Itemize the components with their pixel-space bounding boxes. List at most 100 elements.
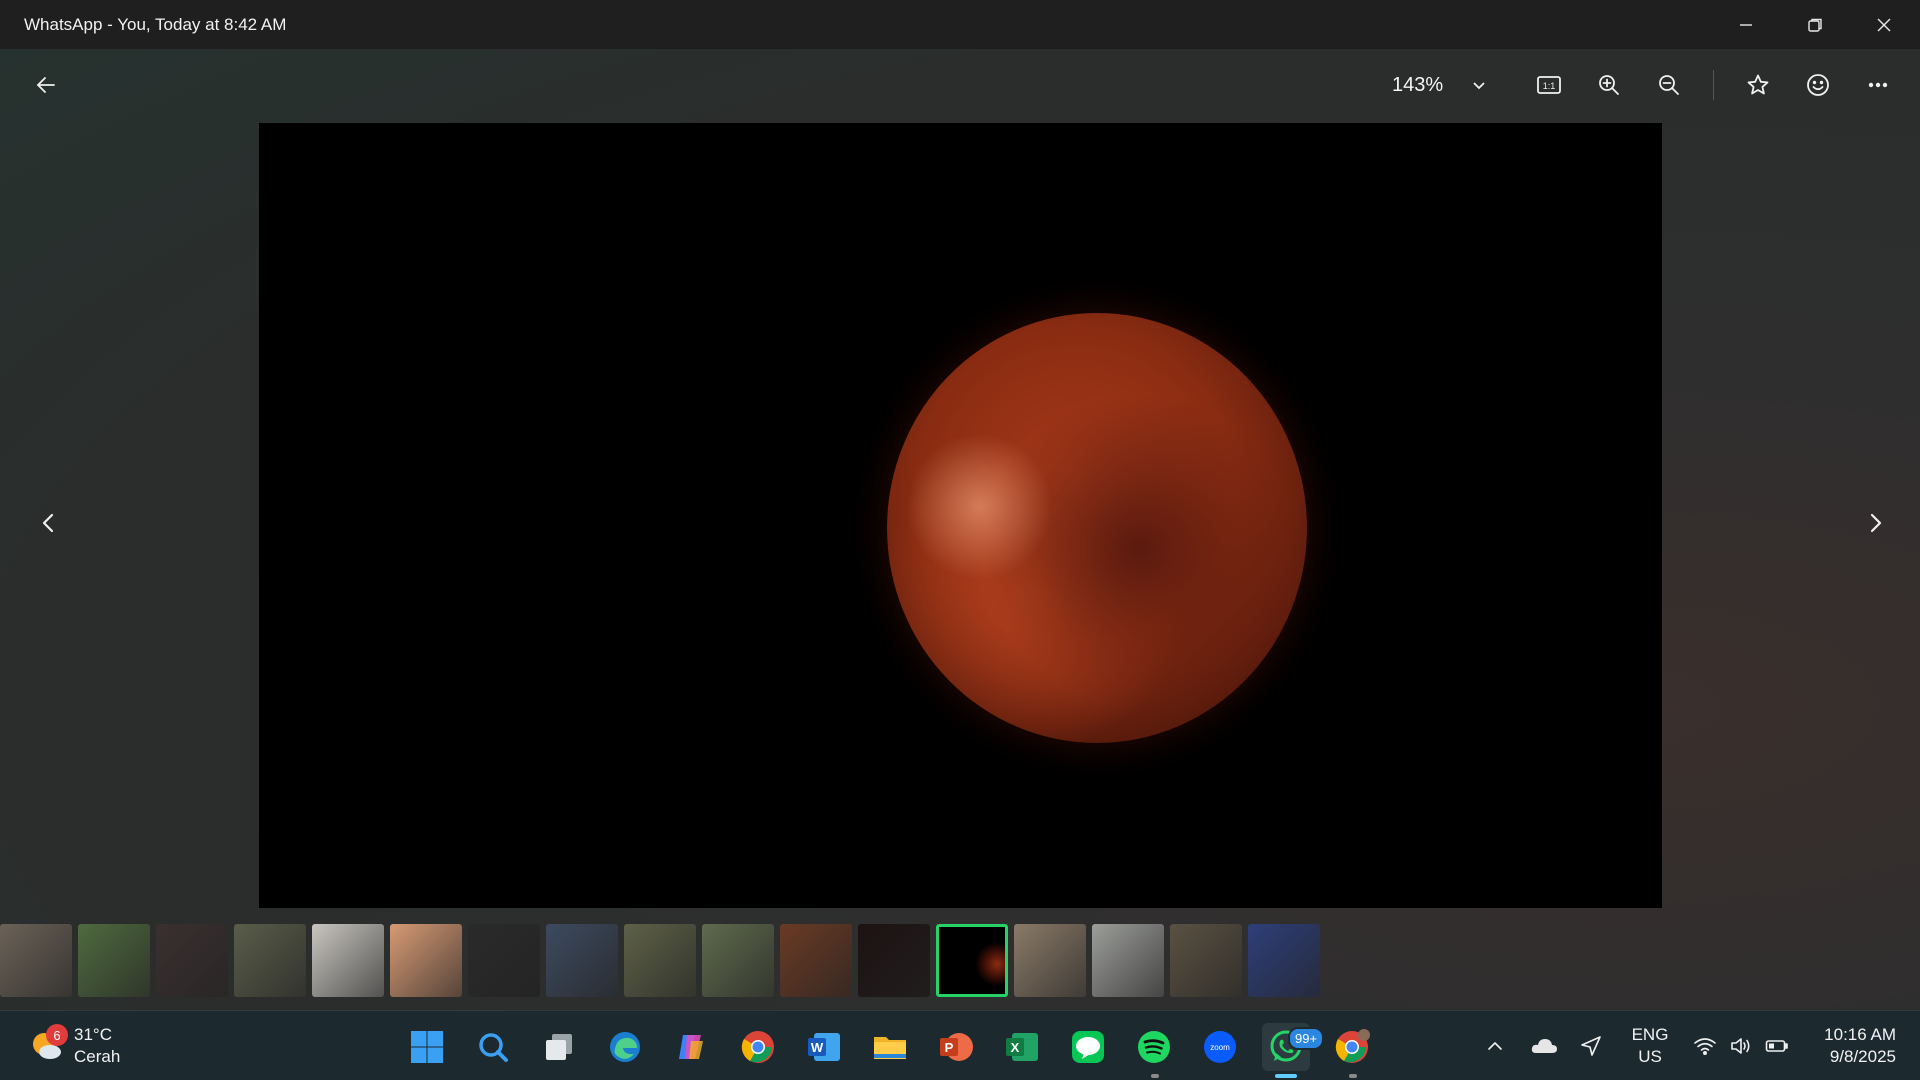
wifi-button[interactable] (1688, 1011, 1722, 1080)
thumbnail-thumb-9[interactable] (624, 924, 696, 997)
thumbnail-thumb-8[interactable] (546, 924, 618, 997)
zoom-button[interactable]: zoom (1196, 1023, 1244, 1071)
powerpoint-button[interactable]: P (932, 1023, 980, 1071)
thumbnail-thumb-12[interactable] (858, 924, 930, 997)
favorite-button[interactable] (1736, 63, 1780, 107)
powerpoint-letter: P (945, 1040, 954, 1055)
thumbnail-thumb-13[interactable] (936, 924, 1008, 997)
onedrive-button[interactable] (1526, 1011, 1562, 1080)
thumbnail-thumb-3[interactable] (156, 924, 228, 997)
task-view-button[interactable] (535, 1023, 583, 1071)
weather-widget[interactable]: 6 31°C Cerah (28, 1021, 120, 1071)
wifi-icon (1694, 1038, 1716, 1056)
excel-button[interactable]: X (998, 1023, 1046, 1071)
search-icon (479, 1033, 508, 1062)
weather-condition: Cerah (74, 1047, 121, 1066)
powerpoint-icon: P (940, 1033, 973, 1061)
chrome-running-indicator (1349, 1074, 1357, 1078)
copilot-icon (679, 1035, 703, 1059)
spotify-running-indicator (1151, 1074, 1159, 1078)
copilot-button[interactable] (667, 1023, 715, 1071)
start-button[interactable] (403, 1023, 451, 1071)
thumbnail-thumb-11[interactable] (780, 924, 852, 997)
volume-button[interactable] (1724, 1011, 1758, 1080)
next-photo-button[interactable] (1856, 503, 1896, 543)
task-view-icon (546, 1034, 572, 1060)
clock[interactable]: 10:16 AM 9/8/2025 (1800, 1011, 1896, 1080)
photo-viewer-window: WhatsApp - You, Today at 8:42 AM 143% 1:… (0, 0, 1920, 1010)
zoom-out-button[interactable] (1647, 63, 1691, 107)
thumbnail-thumb-16[interactable] (1170, 924, 1242, 997)
thumbnail-thumb-6[interactable] (390, 924, 462, 997)
spotify-button[interactable] (1130, 1023, 1178, 1071)
tray-overflow-button[interactable] (1478, 1011, 1512, 1080)
chevron-right-icon (1870, 513, 1882, 533)
minimize-icon (1740, 23, 1752, 26)
thumbnail-thumb-1[interactable] (0, 924, 72, 997)
thumbnail-thumb-14[interactable] (1014, 924, 1086, 997)
thumbnail-thumb-17[interactable] (1248, 924, 1320, 997)
react-button[interactable] (1796, 63, 1840, 107)
excel-letter: X (1011, 1040, 1020, 1055)
more-options-button[interactable] (1856, 63, 1900, 107)
location-arrow-icon (1581, 1036, 1601, 1056)
smiley-icon (1807, 74, 1829, 96)
cloud-icon (1531, 1039, 1557, 1053)
language-indicator[interactable]: ENG US (1620, 1011, 1680, 1080)
edge-icon (610, 1032, 640, 1062)
close-icon (1877, 18, 1891, 31)
chrome-profile-button[interactable] (1328, 1023, 1376, 1071)
zoom-in-button[interactable] (1587, 63, 1631, 107)
back-button[interactable] (24, 63, 68, 107)
minimize-button[interactable] (1712, 0, 1780, 49)
speaker-icon (1731, 1038, 1750, 1054)
search-button[interactable] (469, 1023, 517, 1071)
thumbnail-thumb-15[interactable] (1092, 924, 1164, 997)
previous-photo-button[interactable] (28, 503, 68, 543)
toolbar-divider (1713, 70, 1714, 100)
star-icon (1747, 74, 1769, 95)
word-button[interactable]: W (800, 1023, 848, 1071)
zoom-level-value: 143% (1392, 73, 1444, 96)
actual-size-label: 1:1 (1543, 81, 1556, 91)
battery-button[interactable] (1760, 1011, 1794, 1080)
whatsapp-badge: 99+ (1288, 1027, 1325, 1050)
zoom-out-icon (1659, 75, 1679, 95)
clock-time: 10:16 AM (1824, 1025, 1896, 1044)
thumbnail-strip (0, 924, 1320, 997)
chevron-left-icon (42, 513, 54, 533)
chrome-icon (1335, 1029, 1370, 1063)
spotify-icon (1138, 1031, 1170, 1063)
chrome-icon (741, 1031, 774, 1063)
photo-canvas[interactable] (259, 123, 1662, 908)
arrow-left-icon (37, 77, 55, 93)
zoom-level-dropdown[interactable]: 143% (1392, 63, 1487, 107)
zoom-letter: zoom (1210, 1043, 1230, 1052)
clock-date: 9/8/2025 (1829, 1047, 1896, 1066)
restore-button[interactable] (1781, 0, 1849, 49)
ellipsis-icon (1868, 82, 1888, 88)
blood-moon-image (887, 313, 1307, 743)
thumbnail-thumb-10[interactable] (702, 924, 774, 997)
word-icon: W (808, 1033, 840, 1061)
file-explorer-button[interactable] (866, 1023, 914, 1071)
restore-icon (1808, 18, 1822, 32)
thumbnail-thumb-5[interactable] (312, 924, 384, 997)
chrome-button[interactable] (734, 1023, 782, 1071)
title-bar: WhatsApp - You, Today at 8:42 AM (0, 0, 1920, 49)
window-title: WhatsApp - You, Today at 8:42 AM (24, 14, 287, 34)
thumbnail-thumb-2[interactable] (78, 924, 150, 997)
windows-icon (411, 1031, 443, 1063)
battery-icon (1765, 1040, 1788, 1052)
thumbnail-thumb-7[interactable] (468, 924, 540, 997)
line-button[interactable] (1064, 1023, 1112, 1071)
close-button[interactable] (1850, 0, 1918, 49)
location-button[interactable] (1574, 1011, 1608, 1080)
thumbnail-thumb-4[interactable] (234, 924, 306, 997)
whatsapp-button[interactable]: 99+ (1262, 1023, 1325, 1071)
edge-button[interactable] (601, 1023, 649, 1071)
language-line1: ENG (1631, 1025, 1669, 1044)
actual-size-button[interactable]: 1:1 (1527, 63, 1571, 107)
zoom-in-icon (1599, 75, 1619, 95)
chevron-up-icon (1488, 1042, 1502, 1050)
